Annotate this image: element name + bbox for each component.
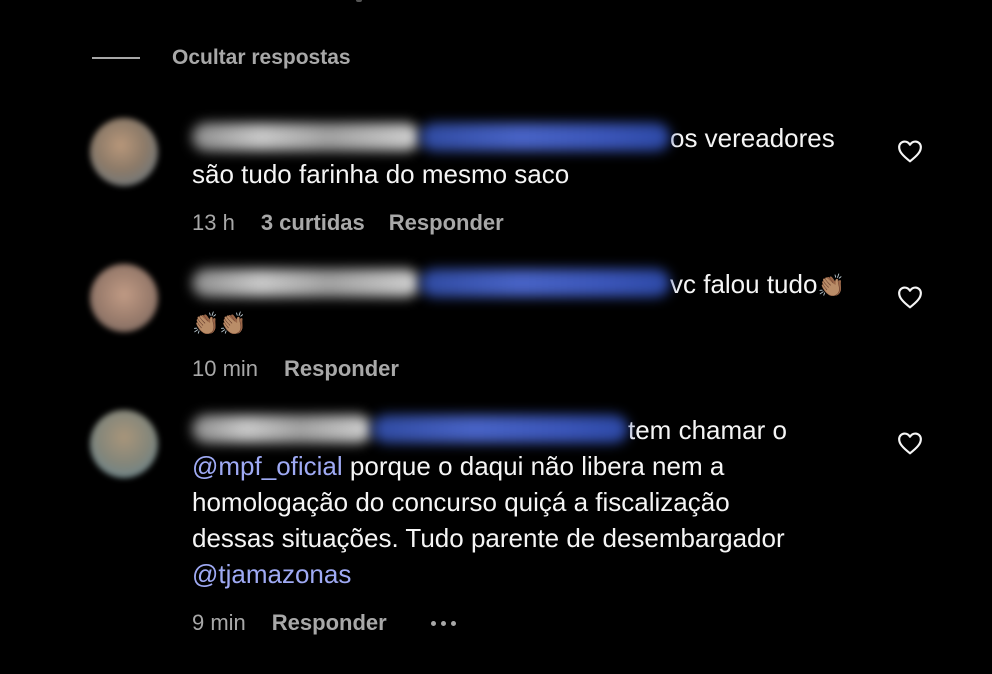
more-options-icon[interactable] (430, 620, 456, 626)
mention-link[interactable]: @tjamazonas (192, 559, 351, 589)
comment-meta: 13 h 3 curtidas Responder (192, 210, 504, 236)
clap-emoji: 👏🏽 (817, 273, 845, 298)
heart-icon[interactable] (897, 431, 923, 455)
hide-replies-label: Ocultar respostas (172, 46, 351, 69)
hide-replies-button[interactable]: Ocultar respostas (92, 44, 351, 72)
username-blurred[interactable] (372, 415, 628, 443)
username-blurred[interactable] (420, 123, 670, 151)
avatar[interactable] (90, 118, 158, 186)
reply-button[interactable]: Responder (389, 210, 504, 236)
comment-time: 13 h (192, 210, 235, 235)
comment-text: tem chamar o @mpf_oficial porque o daqui… (192, 412, 872, 592)
reply-button[interactable]: Responder (272, 610, 387, 636)
username-blurred[interactable] (420, 269, 670, 297)
comment-meta: 9 min Responder (192, 610, 456, 636)
comment-text: os vereadores são tudo farinha do mesmo … (192, 120, 872, 192)
avatar[interactable] (90, 264, 158, 332)
comment-text-line: são tudo farinha do mesmo saco (192, 159, 570, 189)
comment-text: vc falou tudo👏🏽 👏🏽👏🏽 (192, 266, 872, 342)
comment-text-line: os vereadores (670, 123, 835, 153)
heart-icon[interactable] (897, 285, 923, 309)
username-blurred[interactable] (192, 269, 420, 297)
comment-text-line: homologação do concurso quiçá a fiscaliz… (192, 487, 730, 517)
comment-text-line: tem chamar o (628, 415, 787, 445)
hide-replies-line (92, 57, 140, 59)
heart-icon[interactable] (897, 139, 923, 163)
username-blurred[interactable] (192, 123, 420, 151)
mention-link[interactable]: @mpf_oficial (192, 451, 343, 481)
clap-emoji: 👏🏽👏🏽 (192, 311, 247, 336)
comment-time: 9 min (192, 610, 246, 635)
comment-meta: 10 min Responder (192, 356, 399, 382)
comment-text-line: dessas situações. Tudo parente de desemb… (192, 523, 785, 553)
likes-count[interactable]: 3 curtidas (261, 210, 365, 236)
reply-button[interactable]: Responder (284, 356, 399, 382)
comment-text-line: vc falou tudo (670, 269, 818, 299)
avatar[interactable] (90, 410, 158, 478)
comment-time: 10 min (192, 356, 259, 381)
scroll-indicator (356, 0, 362, 2)
username-blurred[interactable] (192, 415, 372, 443)
comment-text-line: porque o daqui não libera nem a (342, 451, 725, 481)
